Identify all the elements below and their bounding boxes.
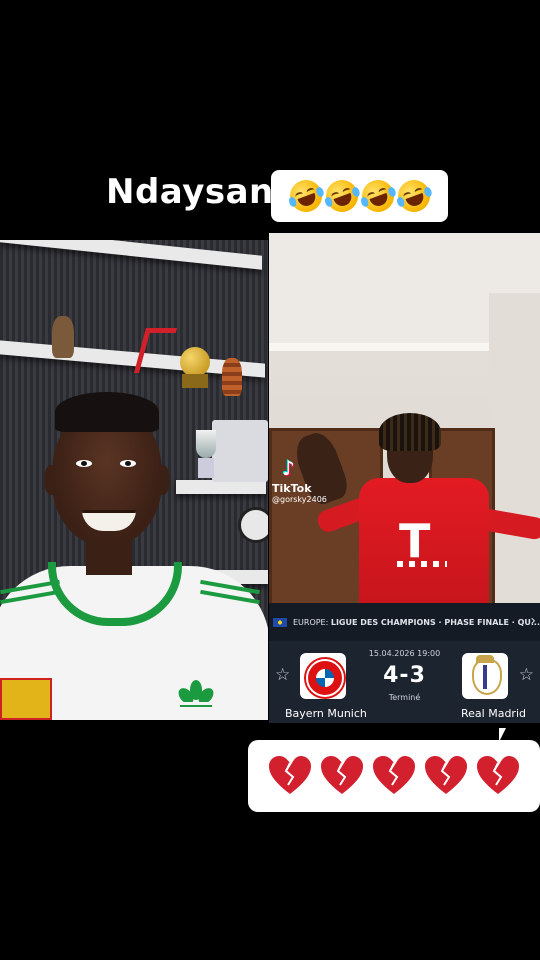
laughing-emoji-icon [284, 175, 327, 217]
competition-label: EUROPE: LIGUE DES CHAMPIONS · PHASE FINA… [293, 618, 540, 627]
broken-heart-icon [321, 756, 363, 794]
laughing-emoji-icon [392, 175, 435, 217]
real-madrid-crest-icon [462, 653, 508, 699]
wall-clock [238, 507, 268, 543]
adidas-trefoil-icon [178, 680, 214, 707]
trophy-base [182, 374, 208, 388]
eye [120, 460, 136, 467]
home-team-name: Bayern Munich [285, 707, 367, 720]
favorite-star-icon[interactable]: ☆ [519, 665, 534, 685]
competition-name: LIGUE DES CHAMPIONS · PHASE FINALE · QU.… [330, 617, 540, 627]
eye [76, 460, 92, 467]
tiktok-logo-icon [282, 456, 296, 480]
vase [52, 316, 74, 358]
left-video-panel [0, 240, 268, 720]
broken-hearts-box [248, 740, 540, 812]
tiktok-handle: @gorsky2406 [272, 495, 327, 504]
laughing-emoji-icon [320, 175, 363, 217]
competition-header[interactable]: EUROPE: LIGUE DES CHAMPIONS · PHASE FINA… [269, 603, 540, 641]
hair [55, 392, 159, 432]
chevron-right-icon[interactable]: › [530, 613, 536, 629]
europe-flag-icon [273, 617, 287, 627]
cup-trophy [196, 430, 216, 458]
caption-title: Ndaysan [106, 172, 274, 212]
hair [379, 413, 441, 451]
golden-ball-trophy [180, 347, 210, 377]
tiktok-brand: TikTok [272, 482, 312, 495]
sponsor-dots [397, 561, 447, 567]
tiktok-watermark: TikTok @gorsky2406 [272, 456, 352, 504]
laugh-emoji-box [271, 170, 448, 222]
right-video-panel: T [269, 233, 540, 603]
broken-heart-icon [269, 756, 311, 794]
broken-heart-icon [477, 756, 519, 794]
award-plaque [212, 420, 268, 482]
cup-base [198, 458, 214, 478]
broken-heart-icon [425, 756, 467, 794]
sponsor-logo: T [399, 514, 431, 568]
vase [222, 358, 242, 396]
competition-region: EUROPE: [292, 617, 329, 627]
shelf [0, 240, 262, 270]
away-team-name: Real Madrid [461, 707, 526, 720]
wall [489, 293, 540, 603]
laughing-emoji-icon [356, 175, 399, 217]
match-score-card[interactable]: EUROPE: LIGUE DES CHAMPIONS · PHASE FINA… [269, 603, 540, 723]
senegal-badge-icon [0, 678, 52, 720]
shelf [176, 480, 266, 494]
broken-heart-icon [373, 756, 415, 794]
